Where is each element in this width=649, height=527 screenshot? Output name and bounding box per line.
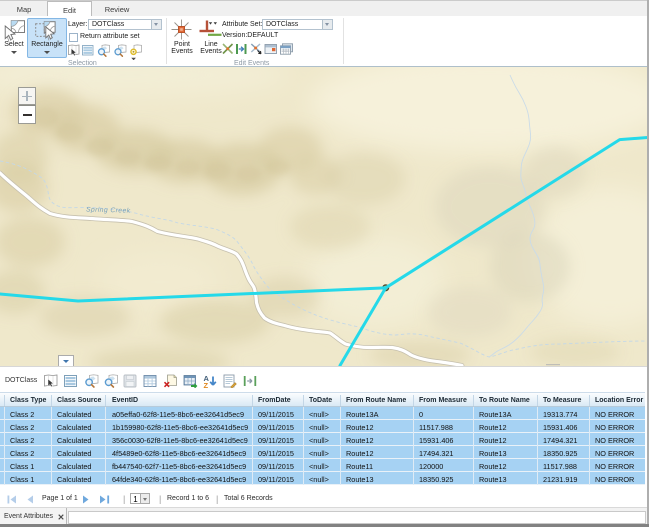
- svg-text:Z: Z: [204, 381, 209, 388]
- svg-text:Spring Creek: Spring Creek: [86, 207, 131, 215]
